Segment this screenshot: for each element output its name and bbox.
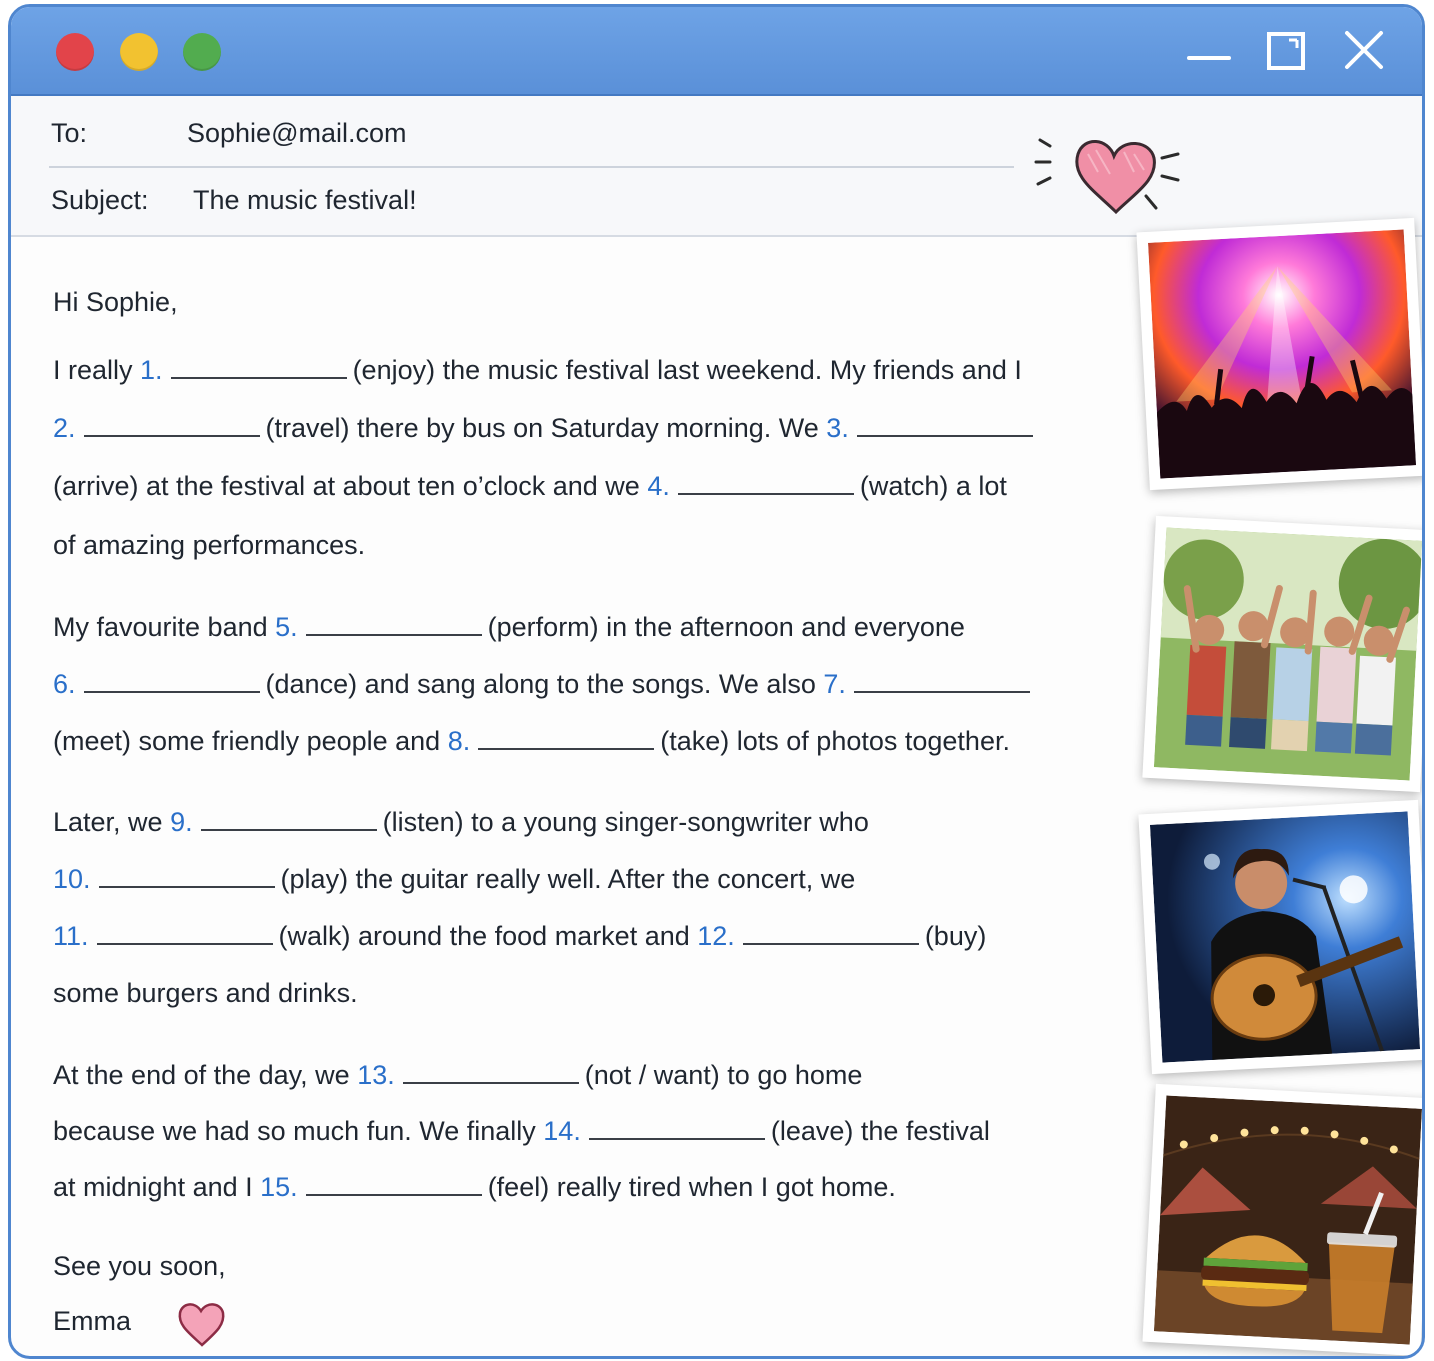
to-label: To: <box>51 118 88 148</box>
line-6: 6. (dance) and sang along to the songs. W… <box>53 668 1036 700</box>
line-9: 10. (play) the guitar really well. After … <box>53 864 856 894</box>
blank-number: 5. <box>275 612 298 642</box>
line-3: (arrive) at the festival at about ten o’… <box>53 471 1007 501</box>
minimize-icon[interactable] <box>1183 25 1235 77</box>
minimize-traffic-light[interactable] <box>120 33 158 71</box>
answer-blank-8[interactable] <box>478 728 655 750</box>
answer-blank-14[interactable] <box>588 1118 765 1140</box>
answer-blank-13[interactable] <box>402 1062 579 1084</box>
line-4: of amazing performances. <box>53 530 366 560</box>
blank-number: 11. <box>53 921 89 951</box>
answer-blank-5[interactable] <box>305 614 482 636</box>
blank-number: 3. <box>826 413 849 443</box>
to-field[interactable]: Sophie@mail.com <box>187 118 407 149</box>
answer-blank-15[interactable] <box>305 1174 482 1196</box>
title-bar <box>11 7 1422 96</box>
blank-number: 2. <box>53 413 76 443</box>
answer-blank-9[interactable] <box>200 809 377 831</box>
line-11: some burgers and drinks. <box>53 978 358 1008</box>
subject-field[interactable]: The music festival! <box>193 185 417 216</box>
answer-blank-10[interactable] <box>98 866 275 888</box>
burger-drink-photo <box>1142 1083 1422 1356</box>
email-header: To: Sophie@mail.com Subject: The music f… <box>11 96 1422 237</box>
answer-blank-1[interactable] <box>170 357 347 379</box>
zoom-traffic-light[interactable] <box>183 33 221 71</box>
blank-number: 13. <box>357 1060 395 1090</box>
maximize-icon[interactable] <box>1261 25 1313 77</box>
answer-blank-2[interactable] <box>83 415 260 437</box>
blank-number: 6. <box>53 669 76 699</box>
line-8: Later, we 9. (listen) to a young singer-s… <box>53 807 869 837</box>
answer-blank-6[interactable] <box>83 671 260 693</box>
close-traffic-light[interactable] <box>56 33 94 71</box>
friends-group-photo <box>1142 515 1422 793</box>
answer-blank-4[interactable] <box>677 473 854 495</box>
blank-number: 1. <box>140 355 163 385</box>
email-body: Hi Sophie, I really 1. (enjoy) the music … <box>53 237 1143 1347</box>
email-window: To: Sophie@mail.com Subject: The music f… <box>8 4 1425 1359</box>
close-icon[interactable] <box>1337 25 1389 77</box>
blank-number: 7. <box>823 669 846 699</box>
guitarist-photo <box>1138 799 1422 1075</box>
blank-number: 4. <box>647 471 670 501</box>
line-12: At the end of the day, we 13. (not / want… <box>53 1060 863 1090</box>
answer-blank-12[interactable] <box>742 923 919 945</box>
closing: See you soon, <box>53 1251 226 1281</box>
line-7: (meet) some friendly people and 8. (take)… <box>53 726 1010 756</box>
header-divider <box>49 166 1014 168</box>
greeting: Hi Sophie, <box>53 287 178 317</box>
concert-crowd-photo <box>1136 217 1422 491</box>
line-13: because we had so much fun. We finally 1… <box>53 1116 990 1146</box>
line-2: 2. (travel) there by bus on Saturday morn… <box>53 412 1039 444</box>
line-5: My favourite band 5. (perform) in the aft… <box>53 612 965 642</box>
blank-number: 14. <box>543 1116 581 1146</box>
blank-number: 8. <box>447 726 471 756</box>
small-heart-icon <box>175 1299 229 1356</box>
blank-number: 12. <box>697 921 735 951</box>
blank-number: 15. <box>260 1172 298 1202</box>
answer-blank-7[interactable] <box>853 671 1030 693</box>
answer-blank-11[interactable] <box>96 923 273 945</box>
blank-number: 10. <box>53 864 91 894</box>
subject-label: Subject: <box>51 185 149 215</box>
signature: Emma <box>53 1306 132 1336</box>
line-10: 11. (walk) around the food market and 12.… <box>53 921 987 951</box>
answer-blank-3[interactable] <box>856 415 1033 437</box>
line-1: I really 1. (enjoy) the music festival la… <box>53 355 1022 385</box>
blank-number: 9. <box>170 807 193 837</box>
line-14: at midnight and I 15. (feel) really tired… <box>53 1172 896 1202</box>
heart-doodle-icon <box>1026 132 1186 227</box>
